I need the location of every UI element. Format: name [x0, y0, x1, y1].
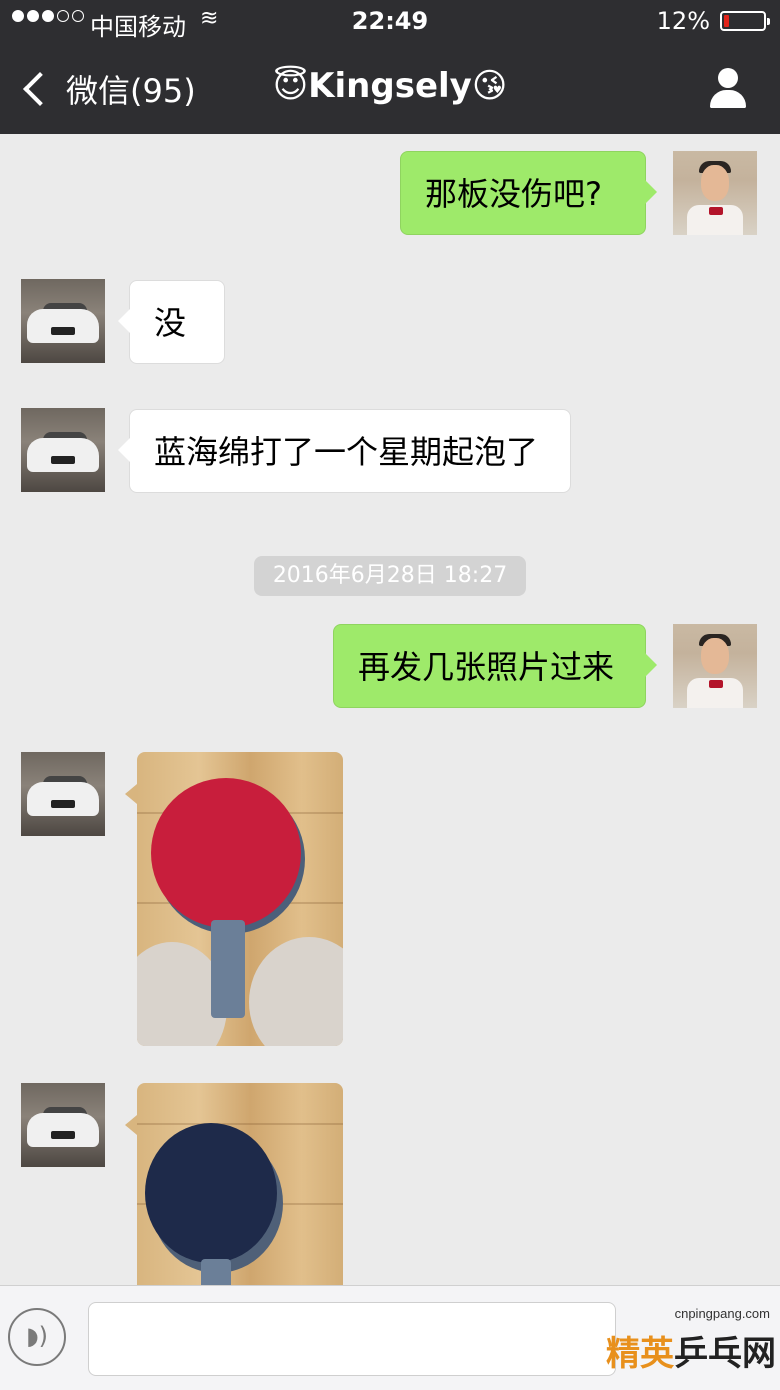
message-bubble-incoming[interactable]: 蓝海绵打了一个星期起泡了	[118, 409, 571, 493]
status-bar: 中国移动 ≋ 22:49 12%	[0, 0, 780, 44]
message-bubble-incoming[interactable]: 没	[118, 280, 225, 364]
chat-header: 微信(95) 😇Kingsely😘	[0, 44, 780, 134]
person-icon[interactable]	[706, 68, 750, 112]
battery-icon	[720, 11, 770, 31]
chat-timestamp: 2016年6月28日 18:27	[254, 556, 526, 596]
message-bubble-outgoing[interactable]: 再发几张照片过来	[333, 624, 657, 708]
avatar-contact[interactable]	[21, 279, 105, 363]
blue-paddle-face	[145, 1123, 277, 1263]
watermark-text: 精英乒乓网	[606, 1326, 776, 1375]
bubble-tail	[125, 784, 137, 804]
avatar-contact[interactable]	[21, 1083, 105, 1167]
paddle-handle	[201, 1259, 231, 1285]
watermark-logo-dark: 乒乓网	[674, 1334, 776, 1374]
battery-percent: 12%	[656, 7, 710, 35]
avatar-self[interactable]	[673, 624, 757, 708]
message-input[interactable]	[88, 1302, 616, 1376]
avatar-self[interactable]	[673, 151, 757, 235]
photo-blue-paddle[interactable]	[137, 1083, 343, 1285]
red-paddle-face	[151, 778, 301, 928]
chat-title: 😇Kingsely😘	[272, 66, 508, 106]
message-bubble-outgoing[interactable]: 那板没伤吧?	[400, 151, 657, 235]
avatar-contact[interactable]	[21, 408, 105, 492]
photo-red-paddle[interactable]	[137, 752, 343, 1046]
bubble-tail	[125, 1115, 137, 1135]
watermark-url: cnpingpang.com	[674, 1306, 770, 1321]
avatar-contact[interactable]	[21, 752, 105, 836]
watermark-logo-orange: 精英	[606, 1334, 674, 1374]
paddle-handle	[211, 920, 245, 1018]
voice-icon[interactable]: ◗)	[8, 1308, 66, 1366]
battery-level-fill	[724, 15, 729, 27]
watermark-logo: cnpingpang.com 精英乒乓网	[600, 1296, 776, 1386]
